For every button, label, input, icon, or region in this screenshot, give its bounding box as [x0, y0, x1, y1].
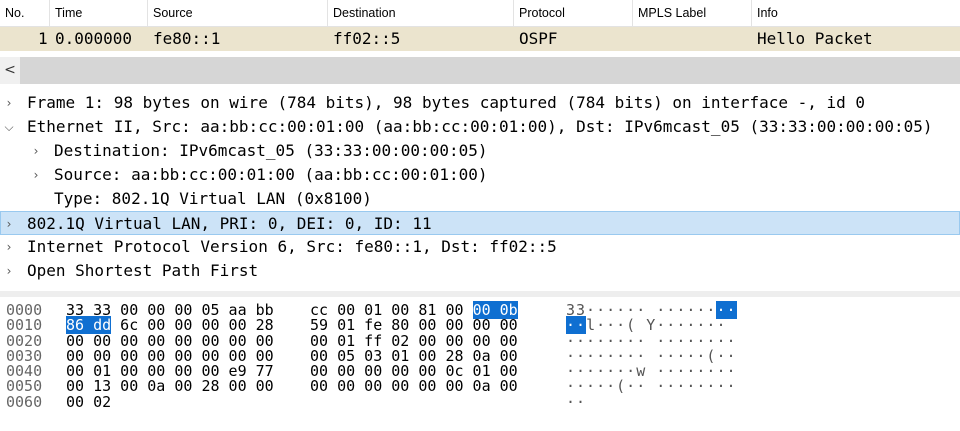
tree-item-type[interactable]: Type: 802.1Q Virtual LAN (0x8100) [0, 187, 960, 211]
column-header-mpls-label[interactable]: MPLS Label [633, 0, 752, 27]
column-header-time[interactable]: Time [50, 0, 148, 27]
expand-arrow-icon[interactable]: › [29, 139, 43, 163]
scroll-left-icon[interactable]: < [0, 57, 20, 84]
ascii-bytes: ·· [566, 392, 587, 411]
tree-item-label: 802.1Q Virtual LAN, PRI: 0, DEI: 0, ID: … [27, 214, 432, 233]
hex-bytes: 00 00 00 00 00 00 0a 00 [310, 377, 518, 396]
ascii-bytes: ·····(·· ········ [566, 377, 737, 396]
bytes-line: 0050 00 13 00 0a 00 28 00 00 00 00 00 00… [0, 377, 960, 396]
tree-item-ethernet[interactable]: ⌵ Ethernet II, Src: aa:bb:cc:00:01:00 (a… [0, 115, 960, 139]
column-header-protocol[interactable]: Protocol [514, 0, 633, 27]
tree-item-label: Ethernet II, Src: aa:bb:cc:00:01:00 (aa:… [27, 117, 933, 136]
byte-offset: 0060 [6, 392, 43, 411]
tree-item-label: Internet Protocol Version 6, Src: fe80::… [27, 237, 557, 256]
tree-item-ipv6[interactable]: › Internet Protocol Version 6, Src: fe80… [0, 235, 960, 259]
packet-details-tree: › Frame 1: 98 bytes on wire (784 bits), … [0, 91, 960, 283]
tree-item-vlan[interactable]: › 802.1Q Virtual LAN, PRI: 0, DEI: 0, ID… [0, 211, 960, 235]
packet-bytes-pane[interactable]: 0000 33 33 00 00 00 05 aa bb cc 00 01 00… [0, 301, 960, 411]
tree-item-label: Open Shortest Path First [27, 261, 259, 280]
expand-arrow-icon[interactable]: › [2, 212, 16, 236]
bytes-line: 0060 00 02 ·· [0, 392, 960, 411]
scrollbar-thumb[interactable] [20, 57, 960, 84]
packet-protocol: OSPF [519, 29, 558, 48]
hex-bytes: 00 02 [66, 392, 112, 411]
tree-item-label: Source: aa:bb:cc:00:01:00 (aa:bb:cc:00:0… [54, 165, 488, 184]
expand-arrow-icon[interactable]: › [2, 235, 16, 259]
packet-destination: ff02::5 [333, 29, 401, 48]
tree-item-frame[interactable]: › Frame 1: 98 bytes on wire (784 bits), … [0, 91, 960, 115]
packet-no: 1 [38, 29, 48, 48]
packet-info: Hello Packet [757, 29, 873, 48]
packet-source: fe80::1 [153, 29, 221, 48]
expand-arrow-icon[interactable]: › [2, 259, 16, 283]
tree-item-destination[interactable]: › Destination: IPv6mcast_05 (33:33:00:00… [0, 139, 960, 163]
expand-arrow-icon[interactable]: › [29, 163, 43, 187]
tree-item-source[interactable]: › Source: aa:bb:cc:00:01:00 (aa:bb:cc:00… [0, 163, 960, 187]
tree-item-label: Frame 1: 98 bytes on wire (784 bits), 98… [27, 93, 866, 112]
column-header-no[interactable]: No. [0, 0, 50, 27]
column-header-source[interactable]: Source [148, 0, 328, 27]
expand-arrow-icon[interactable]: › [2, 91, 16, 115]
horizontal-scrollbar[interactable]: < [0, 57, 960, 84]
packet-time: 0.000000 [55, 29, 133, 48]
column-header-info[interactable]: Info [752, 0, 960, 27]
tree-item-ospf[interactable]: › Open Shortest Path First [0, 259, 960, 283]
collapse-arrow-icon[interactable]: ⌵ [2, 115, 16, 139]
packet-row[interactable]: 1 0.000000 fe80::1 ff02::5 OSPF Hello Pa… [0, 27, 960, 51]
tree-item-label: Destination: IPv6mcast_05 (33:33:00:00:0… [54, 141, 488, 160]
column-header-destination[interactable]: Destination [328, 0, 514, 27]
packet-list-header: No. Time Source Destination Protocol MPL… [0, 0, 960, 27]
tree-item-label: Type: 802.1Q Virtual LAN (0x8100) [54, 189, 372, 208]
pane-divider[interactable] [0, 291, 960, 297]
